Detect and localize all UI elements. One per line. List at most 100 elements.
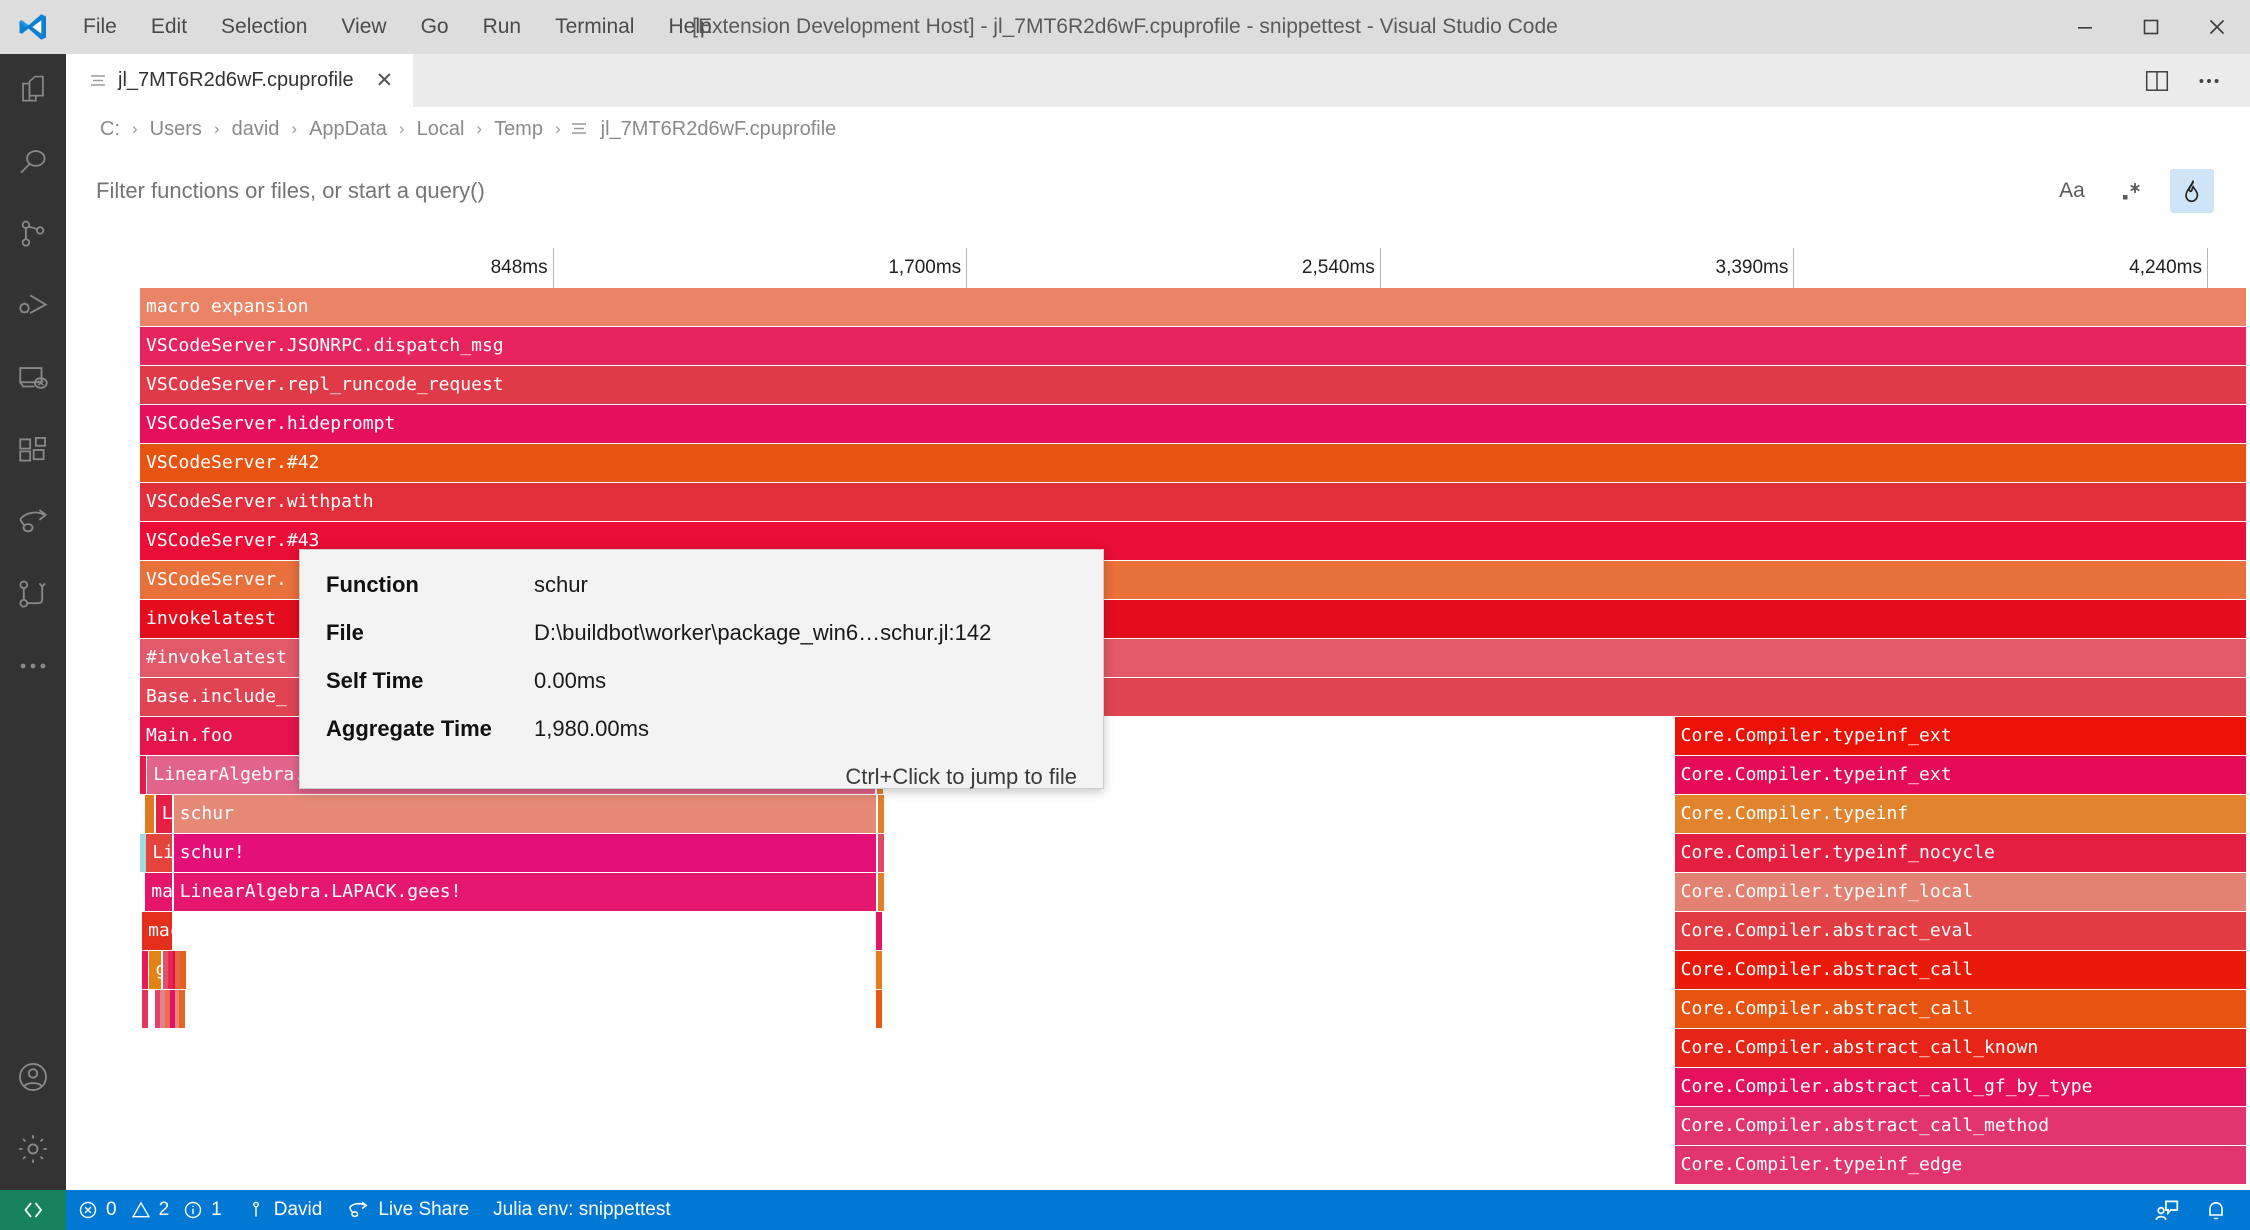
flame-frame[interactable]: VSCodeServer.repl_runcode_request [140,366,2246,404]
tab-cpuprofile[interactable]: jl_7MT6R2d6wF.cpuprofile ✕ [66,54,414,107]
flame-frame[interactable]: LinearAlge [156,795,172,833]
flame-frame[interactable] [876,912,882,950]
breadcrumb-separator: › [468,119,490,139]
flame-frame[interactable]: ge [149,951,161,989]
time-ruler: 848ms1,700ms2,540ms3,390ms4,240ms [140,248,2208,288]
title-bar: File Edit Selection View Go Run Terminal… [0,0,2250,54]
flame-frame[interactable] [878,834,884,872]
breadcrumb-item-local[interactable]: Local [413,116,469,143]
status-problems[interactable]: 0 2 1 [66,1190,234,1230]
warning-count: 2 [159,1199,170,1221]
status-account[interactable]: David [234,1190,335,1230]
flame-frame[interactable]: macro ex [145,873,171,911]
breadcrumb-separator: › [547,119,569,139]
flame-frame[interactable]: Core.Compiler.abstract_call_method [1675,1107,2246,1145]
flame-frame[interactable]: Core.Compiler.typeinf_local [1675,873,2246,911]
flame-frame[interactable]: VSCodeServer.hideprompt [140,405,2246,443]
match-case-icon[interactable]: Aa [2050,169,2094,213]
menu-item-go[interactable]: Go [404,11,466,43]
flame-frame[interactable]: Core.Compiler.abstract_eval [1675,912,2246,950]
flame-frame[interactable]: VSCodeServer.#42 [140,444,2246,482]
menu-item-run[interactable]: Run [466,11,539,43]
flame-frame[interactable]: LinearAl [146,834,171,872]
feedback-icon[interactable] [2142,1190,2192,1230]
breadcrumb-item-file[interactable]: jl_7MT6R2d6wF.cpuprofile [597,116,841,143]
menu-item-selection[interactable]: Selection [204,11,324,43]
sidebar-item-run-debug[interactable] [0,270,66,342]
tab-label: jl_7MT6R2d6wF.cpuprofile [118,69,354,92]
tooltip-value: 0.00ms [534,668,606,694]
flame-frame[interactable] [179,990,185,1028]
breadcrumb-item-temp[interactable]: Temp [490,116,547,143]
close-button[interactable] [2184,0,2250,54]
sidebar-item-extensions[interactable] [0,414,66,486]
notifications-bell-icon[interactable] [2192,1190,2250,1230]
flame-frame[interactable]: Core.Compiler.abstract_call [1675,990,2246,1028]
menu-item-edit[interactable]: Edit [134,11,204,43]
breadcrumb-separator: › [283,119,305,139]
regex-icon[interactable] [2110,169,2154,213]
sidebar-item-live-share[interactable] [0,486,66,558]
tab-close-icon[interactable]: ✕ [376,68,394,93]
breadcrumb-item-drive[interactable]: C: [96,116,124,143]
minimize-button[interactable] [2052,0,2118,54]
flame-frame[interactable]: Core.Compiler.typeinf_nocycle [1675,834,2246,872]
maximize-button[interactable] [2118,0,2184,54]
sidebar-item-remote-explorer[interactable] [0,342,66,414]
flame-frame[interactable]: Core.Compiler.abstract_call_gf_by_type [1675,1068,2246,1106]
flame-frame[interactable] [145,795,154,833]
flame-frame[interactable] [142,951,148,989]
breadcrumb-item-david[interactable]: david [228,116,284,143]
flame-frame[interactable]: macro expansion [140,288,2246,326]
more-actions-icon[interactable] [2186,58,2232,104]
flame-frame[interactable] [140,756,146,794]
info-count: 1 [211,1199,222,1221]
split-editor-icon[interactable] [2134,58,2180,104]
sidebar-item-testing[interactable] [0,558,66,630]
flame-frame[interactable] [876,990,882,1028]
menu-item-file[interactable]: File [66,11,134,43]
remote-window-button[interactable] [0,1190,66,1230]
status-live-share[interactable]: Live Share [334,1190,481,1230]
settings-gear-icon[interactable] [0,1113,66,1185]
filter-input[interactable] [96,178,1846,204]
sidebar-item-search[interactable] [0,126,66,198]
error-count: 0 [106,1199,117,1221]
flame-frame[interactable]: VSCodeServer.JSONRPC.dispatch_msg [140,327,2246,365]
flame-frame[interactable] [878,873,884,911]
flame-frame[interactable]: Core.Compiler.typeinf [1675,795,2246,833]
breadcrumb-file-icon [569,119,589,139]
flame-frame[interactable]: Core.Compiler.abstract_call [1675,951,2246,989]
tooltip-key: Aggregate Time [326,716,534,742]
sidebar-item-explorer[interactable] [0,54,66,126]
flame-frame[interactable]: LinearAlgebra.LAPACK.gees! [174,873,876,911]
flame-frame[interactable]: VSCodeServer.withpath [140,483,2246,521]
frame-tooltip: Function schur File D:\buildbot\worker\p… [299,549,1104,789]
sidebar-item-source-control[interactable] [0,198,66,270]
breadcrumb-item-users[interactable]: Users [146,116,206,143]
flame-frame[interactable]: schur! [174,834,876,872]
menu-item-terminal[interactable]: Terminal [538,11,651,43]
menu-item-view[interactable]: View [324,11,403,43]
flame-frame[interactable] [876,951,882,989]
flame-frame[interactable]: schur [174,795,876,833]
flame-frame[interactable] [180,951,186,989]
flame-frame[interactable] [140,834,146,872]
accounts-icon[interactable] [0,1041,66,1113]
flame-frame[interactable]: Core.Compiler.typeinf_ext [1675,717,2246,755]
flame-frame[interactable]: macro ex [142,912,172,950]
menu-item-help[interactable]: Help [651,11,728,43]
flame-graph-icon[interactable] [2170,169,2214,213]
sidebar-item-more-actions[interactable] [0,630,66,702]
status-julia-env[interactable]: Julia env: snippettest [481,1190,682,1230]
flame-frame[interactable] [142,990,148,1028]
flame-frame[interactable]: Core.Compiler.typeinf_ext [1675,756,2246,794]
flame-frame[interactable]: Core.Compiler.abstract_call_known [1675,1029,2246,1067]
flame-frame[interactable]: Core.Compiler.typeinf_edge [1675,1146,2246,1184]
tooltip-row-function: Function schur [326,572,1077,598]
tooltip-value: D:\buildbot\worker\package_win6…schur.jl… [534,620,991,646]
flame-frame[interactable] [878,795,884,833]
breadcrumb-item-appdata[interactable]: AppData [305,116,391,143]
breadcrumb-separator: › [124,119,146,139]
filter-actions: Aa [2050,169,2250,213]
